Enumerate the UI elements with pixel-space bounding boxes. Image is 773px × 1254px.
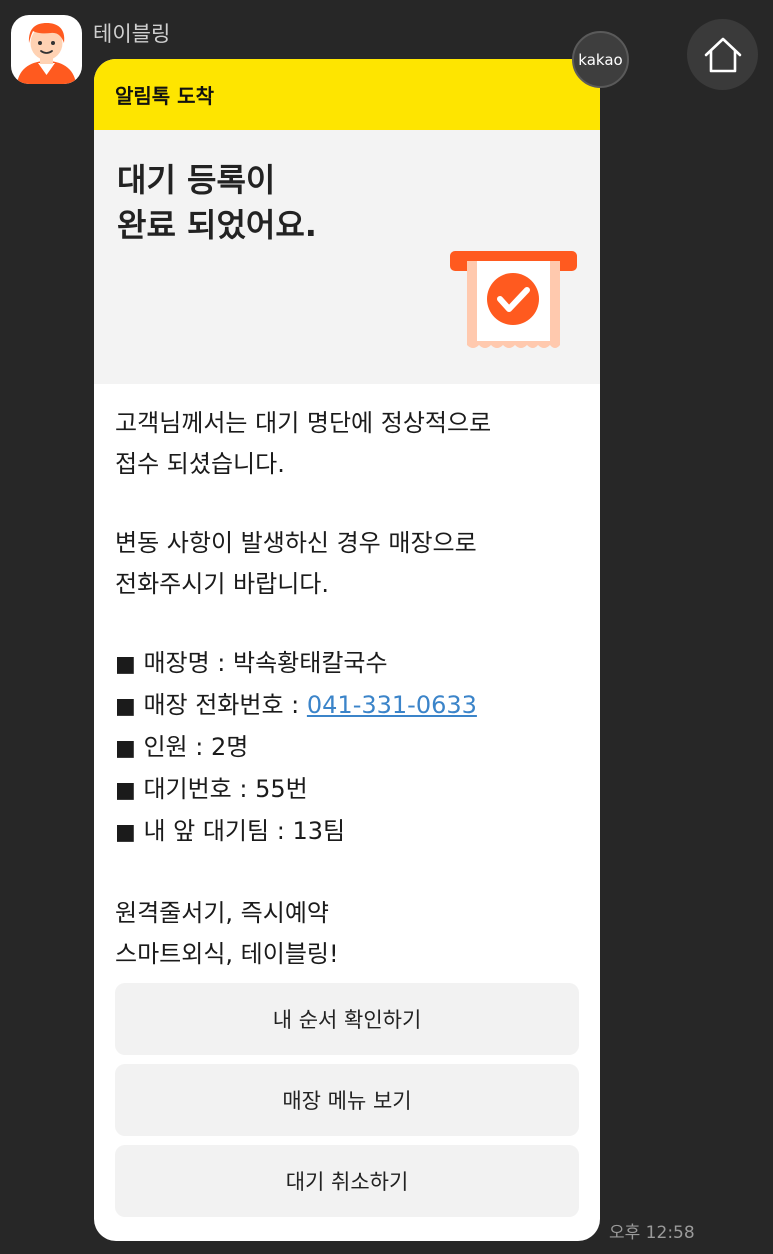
- person-avatar-icon: [17, 23, 76, 84]
- page-title: 대기 등록이 완료 되었어요.: [117, 158, 317, 248]
- sender-avatar[interactable]: [11, 15, 82, 84]
- contact-line-2: 전화주시기 바랍니다.: [115, 570, 329, 598]
- message-body: 고객님께서는 대기 명단에 정상적으로 접수 되셨습니다. 변동 사항이 발생하…: [115, 403, 585, 975]
- wait-number-text: 대기번호 : 55번: [143, 775, 308, 803]
- slogan: 원격줄서기, 즉시예약 스마트외식, 테이블링!: [115, 893, 585, 975]
- detail-teams-ahead: ■ 내 앞 대기팀 : 13팀: [115, 811, 585, 853]
- title-line-1: 대기 등록이: [117, 161, 276, 199]
- detail-phone: ■ 매장 전화번호 : 041-331-0633: [115, 685, 585, 727]
- notice-line-2: 접수 되셨습니다.: [115, 450, 285, 478]
- home-icon: [704, 37, 741, 72]
- notice-line-1: 고객님께서는 대기 명단에 정상적으로: [115, 409, 492, 437]
- notice-paragraph: 고객님께서는 대기 명단에 정상적으로 접수 되셨습니다.: [115, 403, 585, 485]
- bullet-icon: ■: [115, 694, 136, 719]
- sender-name: 테이블링: [93, 22, 171, 46]
- contact-line-1: 변동 사항이 발생하신 경우 매장으로: [115, 529, 477, 557]
- kakao-badge: kakao: [572, 31, 629, 88]
- detail-party: ■ 인원 : 2명: [115, 727, 585, 769]
- store-name-text: 매장명 : 박속황태칼국수: [143, 649, 388, 677]
- view-menu-button[interactable]: 매장 메뉴 보기: [115, 1064, 579, 1136]
- receipt-check-icon: [450, 251, 577, 348]
- card-header: 알림톡 도착: [94, 59, 600, 130]
- check-order-button[interactable]: 내 순서 확인하기: [115, 983, 579, 1055]
- title-line-2: 완료 되었어요.: [117, 206, 317, 244]
- bullet-icon: ■: [115, 652, 136, 677]
- detail-wait-number: ■ 대기번호 : 55번: [115, 769, 585, 811]
- cancel-wait-button[interactable]: 대기 취소하기: [115, 1145, 579, 1217]
- slogan-line-2: 스마트외식, 테이블링!: [115, 940, 339, 968]
- party-size-text: 인원 : 2명: [143, 733, 249, 761]
- hero-section: 대기 등록이 완료 되었어요.: [94, 130, 600, 384]
- teams-ahead-text: 내 앞 대기팀 : 13팀: [143, 817, 346, 845]
- bullet-icon: ■: [115, 778, 136, 803]
- detail-store-name: ■ 매장명 : 박속황태칼국수: [115, 643, 585, 685]
- message-timestamp: 오후 12:58: [609, 1223, 695, 1243]
- alimtalk-card: 알림톡 도착 대기 등록이 완료 되었어요. 고객님께서는 대기 명단에 정상적…: [94, 59, 600, 1241]
- bullet-icon: ■: [115, 736, 136, 761]
- contact-paragraph: 변동 사항이 발생하신 경우 매장으로 전화주시기 바랍니다.: [115, 523, 585, 605]
- bullet-icon: ■: [115, 820, 136, 845]
- slogan-line-1: 원격줄서기, 즉시예약: [115, 899, 329, 927]
- phone-label: 매장 전화번호 :: [143, 691, 307, 719]
- home-button[interactable]: [687, 19, 758, 90]
- phone-link[interactable]: 041-331-0633: [307, 691, 477, 719]
